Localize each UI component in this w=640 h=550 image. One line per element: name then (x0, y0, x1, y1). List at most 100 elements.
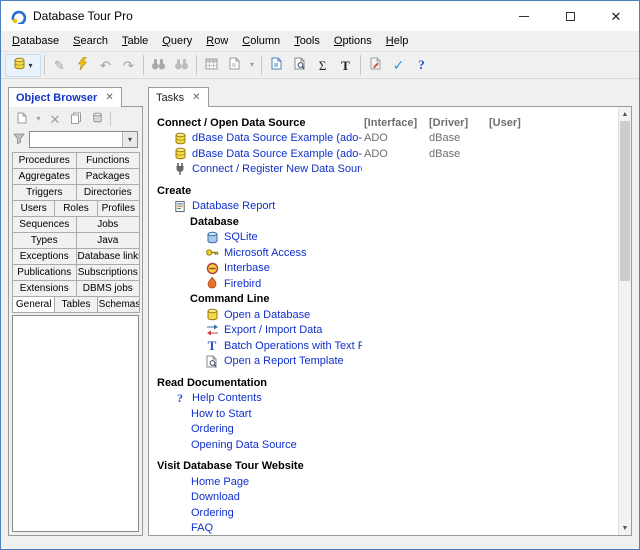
create-sqlite-link[interactable]: SQLite (224, 231, 258, 243)
open-database-link[interactable]: Open a Database (224, 309, 310, 321)
sql-editor-button[interactable] (364, 54, 387, 77)
category-packages[interactable]: Packages (75, 168, 140, 185)
execute-button[interactable] (71, 54, 94, 77)
connect-header-row: Connect / Open Data Source [Interface] [… (157, 115, 618, 131)
scroll-track[interactable] (619, 121, 631, 521)
maximize-button[interactable] (547, 1, 593, 31)
design-button[interactable]: ✎ (48, 54, 71, 77)
category-publications[interactable]: Publications (12, 264, 77, 281)
filter-dropdown-button[interactable]: ▾ (122, 132, 137, 147)
scroll-thumb[interactable] (620, 121, 630, 281)
object-script-button[interactable] (87, 110, 107, 128)
menu-query[interactable]: Query (155, 32, 199, 50)
category-users[interactable]: Users (12, 200, 56, 217)
titlebar[interactable]: Database Tour Pro ✕ (1, 1, 639, 31)
open-datasource-button[interactable]: ▾ (5, 53, 41, 77)
delete-object-button[interactable]: ✕ (45, 110, 65, 128)
close-button[interactable]: ✕ (593, 1, 639, 31)
print-preview-button[interactable] (288, 54, 311, 77)
redo-button[interactable]: ↷ (117, 54, 140, 77)
category-row: Users Roles Profiles (12, 200, 140, 217)
export-import-link[interactable]: Export / Import Data (224, 324, 322, 336)
category-dbms-jobs[interactable]: DBMS jobs (75, 280, 140, 297)
category-profiles[interactable]: Profiles (96, 200, 140, 217)
menu-tools[interactable]: Tools (287, 32, 327, 50)
pencil-icon: ✎ (54, 57, 65, 73)
create-firebird-link[interactable]: Firebird (224, 278, 261, 290)
category-types[interactable]: Types (12, 232, 77, 249)
tab-close-icon[interactable]: ✕ (192, 92, 200, 103)
datasource-link[interactable]: dBase Data Source Example (ado-odbc) (192, 132, 362, 144)
category-tables[interactable]: Tables (54, 296, 98, 313)
scroll-down-button[interactable]: ▼ (619, 521, 631, 535)
report-template-icon (205, 355, 219, 368)
category-triggers[interactable]: Triggers (12, 184, 77, 201)
menu-options[interactable]: Options (327, 32, 379, 50)
command-line-row: Open a Database (157, 307, 618, 323)
category-java[interactable]: Java (75, 232, 140, 249)
how-to-start-link[interactable]: How to Start (191, 408, 252, 420)
report-template-link[interactable]: Open a Report Template (224, 355, 344, 367)
find-button[interactable] (147, 54, 170, 77)
new-object-button[interactable] (12, 110, 32, 128)
faq-link[interactable]: FAQ (191, 522, 213, 534)
menu-row[interactable]: Row (199, 32, 235, 50)
category-schemas[interactable]: Schemas (96, 296, 140, 313)
category-directories[interactable]: Directories (75, 184, 140, 201)
text-mode-button[interactable]: T (334, 54, 357, 77)
aggregate-button[interactable]: Σ (311, 54, 334, 77)
datasource-link[interactable]: dBase Data Source Example (ado-directory… (192, 148, 362, 160)
create-interbase-link[interactable]: Interbase (224, 262, 270, 274)
opening-datasource-link[interactable]: Opening Data Source (191, 439, 297, 451)
home-page-link[interactable]: Home Page (191, 476, 249, 488)
report-button[interactable] (265, 54, 288, 77)
menu-help[interactable]: Help (379, 32, 416, 50)
category-sequences[interactable]: Sequences (12, 216, 77, 233)
scroll-up-button[interactable]: ▲ (619, 107, 631, 121)
vertical-scrollbar[interactable]: ▲ ▼ (618, 107, 631, 535)
page-magnifier-icon (294, 57, 306, 73)
category-subscriptions[interactable]: Subscriptions (75, 264, 140, 281)
help-button[interactable]: ? (410, 54, 433, 77)
category-database-links[interactable]: Database links (75, 248, 140, 265)
filter-combobox[interactable]: ▾ (29, 131, 138, 148)
export-button[interactable] (223, 54, 246, 77)
toolbar-separator (143, 55, 144, 75)
tab-close-icon[interactable]: ✕ (105, 92, 113, 103)
command-line-row: T Batch Operations with Text Fields (157, 338, 618, 354)
undo-button[interactable]: ↶ (94, 54, 117, 77)
section-header-connect: Connect / Open Data Source (157, 116, 306, 129)
help-icon: ? (418, 57, 425, 72)
menu-search[interactable]: Search (66, 32, 115, 50)
category-roles[interactable]: Roles (54, 200, 98, 217)
import-button[interactable] (200, 54, 223, 77)
category-general[interactable]: General (12, 296, 56, 313)
menu-database[interactable]: Database (5, 32, 66, 50)
tab-tasks[interactable]: Tasks ✕ (148, 87, 209, 107)
ordering-docs-link[interactable]: Ordering (191, 423, 234, 435)
batch-operations-link[interactable]: Batch Operations with Text Fields (224, 340, 362, 352)
category-procedures[interactable]: Procedures (12, 152, 77, 169)
register-datasource-link[interactable]: Connect / Register New Data Source... (192, 163, 362, 175)
menu-column[interactable]: Column (235, 32, 287, 50)
help-contents-link[interactable]: Help Contents (192, 392, 262, 404)
category-exceptions[interactable]: Exceptions (12, 248, 77, 265)
category-extensions[interactable]: Extensions (12, 280, 77, 297)
copy-object-button[interactable] (66, 110, 86, 128)
grid-icon (205, 58, 218, 73)
menu-table[interactable]: Table (115, 32, 155, 50)
category-functions[interactable]: Functions (75, 152, 140, 169)
minimize-button[interactable] (501, 1, 547, 31)
download-link[interactable]: Download (191, 491, 240, 503)
database-report-link[interactable]: Database Report (192, 200, 275, 212)
create-access-link[interactable]: Microsoft Access (224, 247, 307, 259)
export-options-dropdown[interactable]: ▾ (246, 54, 258, 77)
find-next-button[interactable] (170, 54, 193, 77)
tab-object-browser[interactable]: Object Browser ✕ (8, 87, 122, 107)
new-object-dropdown[interactable]: ▾ (33, 110, 44, 128)
category-jobs[interactable]: Jobs (75, 216, 140, 233)
category-aggregates[interactable]: Aggregates (12, 168, 77, 185)
object-list[interactable] (12, 315, 139, 532)
ordering-link[interactable]: Ordering (191, 507, 234, 519)
check-data-button[interactable]: ✓ (387, 54, 410, 77)
